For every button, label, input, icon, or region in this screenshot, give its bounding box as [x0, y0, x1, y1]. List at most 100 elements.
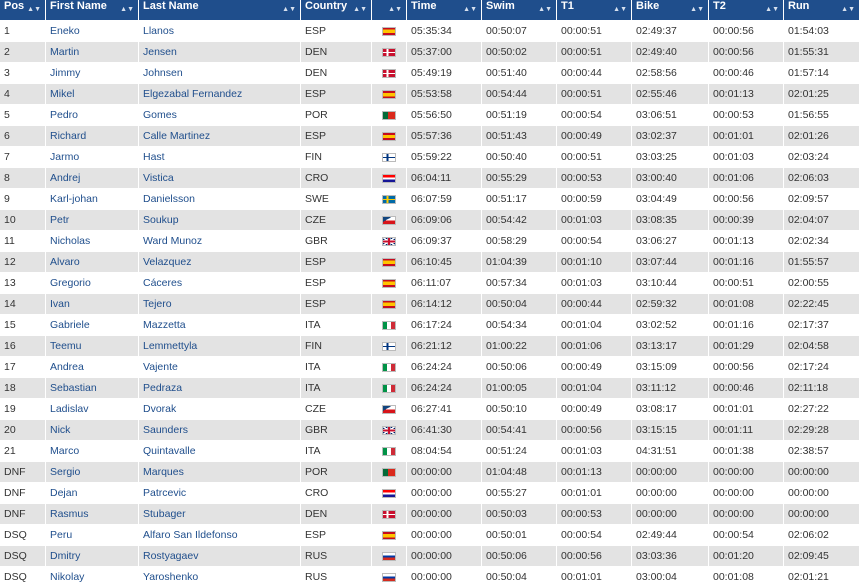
last-name-link[interactable]: Ward Munoz [139, 230, 301, 251]
first-name-link[interactable]: Marco [46, 440, 139, 461]
first-name-link[interactable]: Pedro [46, 104, 139, 125]
first-name-link[interactable]: Ivan [46, 293, 139, 314]
first-name-link[interactable]: Teemu [46, 335, 139, 356]
sort-icon[interactable]: ▲▼ [27, 0, 41, 20]
sort-icon[interactable]: ▲▼ [282, 0, 296, 20]
last-name-link[interactable]: Marques [139, 461, 301, 482]
first-name-link[interactable]: Gabriele [46, 314, 139, 335]
table-row: 5 Pedro Gomes POR 05:56:50 00:51:19 00:00:54 03… [0, 104, 860, 125]
table-row: 4 Mikel Elgezabal Fernandez ESP 05:53:58 00:5… [0, 83, 860, 104]
flag-icon-cro [382, 488, 396, 498]
flag-cell [372, 377, 407, 398]
column-header-flag[interactable]: ▲▼ [372, 0, 407, 20]
time-cell: 05:35:34 [407, 20, 482, 41]
last-name-link[interactable]: Calle Martinez [139, 125, 301, 146]
last-name-link[interactable]: Alfaro San Ildefonso [139, 524, 301, 545]
last-name-link[interactable]: Mazzetta [139, 314, 301, 335]
flag-cell [372, 440, 407, 461]
t1-cell: 00:00:49 [557, 125, 632, 146]
first-name-link[interactable]: Dmitry [46, 545, 139, 566]
t2-cell: 00:00:51 [709, 272, 784, 293]
column-header-last-name[interactable]: Last Name ▲▼ [139, 0, 301, 20]
last-name-link[interactable]: Johnsen [139, 62, 301, 83]
sort-icon[interactable]: ▲▼ [841, 0, 855, 20]
time-cell: 05:57:36 [407, 125, 482, 146]
column-header-first-name[interactable]: First Name ▲▼ [46, 0, 139, 20]
first-name-link[interactable]: Sebastian [46, 377, 139, 398]
last-name-link[interactable]: Dvorak [139, 398, 301, 419]
results-body: 1 Eneko Llanos ESP 05:35:34 00:50:07 00:00:51 0… [0, 20, 860, 587]
column-header-bike[interactable]: Bike ▲▼ [632, 0, 709, 20]
time-cell: 06:24:24 [407, 377, 482, 398]
t1-cell: 00:00:59 [557, 188, 632, 209]
flag-icon-cze [382, 404, 396, 414]
column-header-swim[interactable]: Swim ▲▼ [482, 0, 557, 20]
last-name-link[interactable]: Velazquez [139, 251, 301, 272]
t1-cell: 00:00:51 [557, 83, 632, 104]
first-name-link[interactable]: Peru [46, 524, 139, 545]
swim-cell: 00:57:34 [482, 272, 557, 293]
last-name-link[interactable]: Elgezabal Fernandez [139, 83, 301, 104]
last-name-link[interactable]: Rostyagaev [139, 545, 301, 566]
bike-cell: 02:58:56 [632, 62, 709, 83]
sort-icon[interactable]: ▲▼ [765, 0, 779, 20]
first-name-link[interactable]: Alvaro [46, 251, 139, 272]
last-name-link[interactable]: Hast [139, 146, 301, 167]
first-name-link[interactable]: Dejan [46, 482, 139, 503]
first-name-link[interactable]: Jarmo [46, 146, 139, 167]
column-header-country[interactable]: Country ▲▼ [301, 0, 372, 20]
first-name-link[interactable]: Ladislav [46, 398, 139, 419]
first-name-link[interactable]: Richard [46, 125, 139, 146]
sort-icon[interactable]: ▲▼ [538, 0, 552, 20]
column-header-pos[interactable]: Pos ▲▼ [0, 0, 46, 20]
country-cell: ITA [301, 314, 372, 335]
first-name-link[interactable]: Andrej [46, 167, 139, 188]
first-name-link[interactable]: Nick [46, 419, 139, 440]
sort-icon[interactable]: ▲▼ [690, 0, 704, 20]
swim-cell: 00:50:06 [482, 356, 557, 377]
sort-icon[interactable]: ▲▼ [120, 0, 134, 20]
last-name-link[interactable]: Stubager [139, 503, 301, 524]
first-name-link[interactable]: Gregorio [46, 272, 139, 293]
t1-cell: 00:00:44 [557, 62, 632, 83]
last-name-link[interactable]: Danielsson [139, 188, 301, 209]
first-name-link[interactable]: Rasmus [46, 503, 139, 524]
last-name-link[interactable]: Soukup [139, 209, 301, 230]
sort-icon[interactable]: ▲▼ [463, 0, 477, 20]
first-name-link[interactable]: Mikel [46, 83, 139, 104]
sort-icon[interactable]: ▲▼ [613, 0, 627, 20]
column-header-t2[interactable]: T2 ▲▼ [709, 0, 784, 20]
bike-cell: 03:15:09 [632, 356, 709, 377]
first-name-link[interactable]: Jimmy [46, 62, 139, 83]
first-name-link[interactable]: Nicholas [46, 230, 139, 251]
time-cell: 05:53:58 [407, 83, 482, 104]
last-name-link[interactable]: Saunders [139, 419, 301, 440]
last-name-link[interactable]: Patrcevic [139, 482, 301, 503]
sort-icon[interactable]: ▲▼ [353, 0, 367, 20]
last-name-link[interactable]: Pedraza [139, 377, 301, 398]
last-name-link[interactable]: Cáceres [139, 272, 301, 293]
first-name-link[interactable]: Petr [46, 209, 139, 230]
last-name-link[interactable]: Vistica [139, 167, 301, 188]
last-name-link[interactable]: Gomes [139, 104, 301, 125]
t1-cell: 00:00:54 [557, 230, 632, 251]
flag-icon-esp [382, 530, 396, 540]
time-cell: 00:00:00 [407, 482, 482, 503]
first-name-link[interactable]: Eneko [46, 20, 139, 41]
column-header-run[interactable]: Run ▲▼ [784, 0, 860, 20]
last-name-link[interactable]: Tejero [139, 293, 301, 314]
first-name-link[interactable]: Sergio [46, 461, 139, 482]
last-name-link[interactable]: Llanos [139, 20, 301, 41]
first-name-link[interactable]: Andrea [46, 356, 139, 377]
sort-icon[interactable]: ▲▼ [388, 0, 402, 20]
last-name-link[interactable]: Yaroshenko [139, 566, 301, 587]
last-name-link[interactable]: Vajente [139, 356, 301, 377]
last-name-link[interactable]: Quintavalle [139, 440, 301, 461]
first-name-link[interactable]: Karl-johan [46, 188, 139, 209]
first-name-link[interactable]: Martin [46, 41, 139, 62]
column-header-time[interactable]: Time ▲▼ [407, 0, 482, 20]
first-name-link[interactable]: Nikolay [46, 566, 139, 587]
last-name-link[interactable]: Jensen [139, 41, 301, 62]
last-name-link[interactable]: Lemmettyla [139, 335, 301, 356]
column-header-t1[interactable]: T1 ▲▼ [557, 0, 632, 20]
